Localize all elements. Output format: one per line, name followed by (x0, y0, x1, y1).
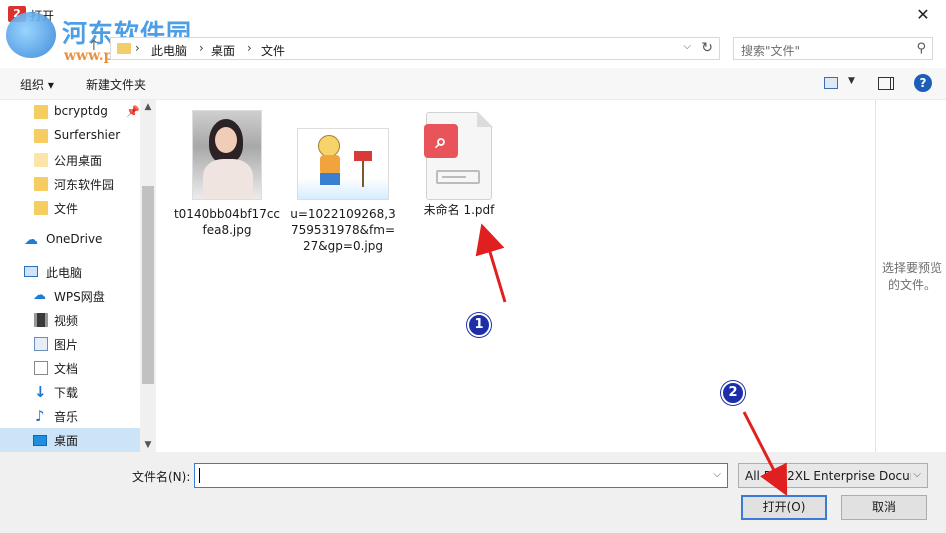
filename-dropdown-icon[interactable]: ⌵ (713, 469, 721, 480)
sidebar-scrollbar[interactable]: ▲ ▼ (140, 100, 156, 452)
sidebar-item-videos[interactable]: 视频 (0, 308, 140, 332)
scrollbar-thumb[interactable] (142, 186, 154, 384)
sidebar-item-label: 图片 (54, 338, 79, 352)
sidebar-item-files[interactable]: 文件 (0, 196, 140, 220)
sidebar-item-wps-cloud[interactable]: ☁ WPS网盘 (0, 284, 140, 308)
file-name: 未命名 1.pdf (423, 203, 495, 217)
up-button[interactable]: ↑ (88, 38, 100, 54)
sidebar-item-label: 文件 (54, 202, 79, 216)
file-name: u=1022109268,3759531978&fm=27&gp=0.jpg (290, 207, 396, 253)
sidebar-item-label: 公用桌面 (54, 154, 103, 168)
address-row: ↑ › 此电脑 › 桌面 › 文件 ⌵ ↻ 搜索"文件" ⚲ (0, 34, 946, 62)
sidebar-item-label: 桌面 (54, 434, 79, 448)
address-bar[interactable]: › 此电脑 › 桌面 › 文件 ⌵ ↻ (110, 37, 720, 60)
open-button[interactable]: 打开(O) (741, 495, 827, 520)
sidebar-item-documents[interactable]: 文档 (0, 356, 140, 380)
breadcrumb-separator[interactable]: › (199, 41, 204, 55)
file-name: t0140bb04bf17ccfea8.jpg (173, 207, 281, 237)
sidebar-item-onedrive[interactable]: ☁ OneDrive (0, 228, 140, 252)
annotation-badge-2: 2 (721, 381, 745, 405)
folder-icon (34, 153, 48, 167)
command-toolbar: 组织 ▾ 新建文件夹 ▼ ? (0, 68, 946, 100)
filetype-select[interactable]: All PDF2XL Enterprise Documents ⌵ (738, 463, 928, 488)
sidebar-item-label: 下载 (54, 386, 79, 400)
preview-pane: 选择要预览的文件。 (875, 100, 946, 452)
file-item-photo[interactable]: t0140bb04bf17ccfea8.jpg (172, 110, 282, 238)
sidebar-item-label: WPS网盘 (54, 290, 105, 304)
filename-input[interactable]: ⌵ (194, 463, 728, 488)
text-caret (199, 468, 200, 483)
document-icon (34, 361, 48, 375)
folder-icon (34, 177, 48, 191)
close-icon: ✕ (916, 5, 930, 24)
sidebar-item-surfershier[interactable]: Surfershier (0, 124, 140, 148)
sidebar-item-hedong[interactable]: 河东软件园 (0, 172, 140, 196)
filetype-dropdown-icon[interactable]: ⌵ (913, 469, 921, 480)
sidebar-item-music[interactable]: ♪ 音乐 (0, 404, 140, 428)
breadcrumb-files[interactable]: 文件 (261, 42, 285, 59)
organize-button[interactable]: 组织 ▾ (20, 76, 54, 93)
desktop-icon (33, 435, 47, 446)
music-icon: ♪ (35, 407, 45, 425)
folder-icon (34, 129, 48, 143)
breadcrumb-this-pc[interactable]: 此电脑 (151, 42, 187, 59)
cancel-button[interactable]: 取消 (841, 495, 927, 520)
view-dropdown-icon[interactable]: ▼ (848, 76, 855, 86)
preview-message: 选择要预览的文件。 (881, 261, 942, 292)
filename-label: 文件名(N): (132, 470, 191, 484)
search-icon[interactable]: ⚲ (916, 41, 926, 56)
sidebar-item-label: OneDrive (46, 232, 103, 246)
sidebar-item-pictures[interactable]: 图片 (0, 332, 140, 356)
photo-thumbnail (192, 110, 262, 200)
filetype-value: All PDF2XL Enterprise Documents (745, 469, 911, 483)
breadcrumb-separator[interactable]: › (135, 41, 140, 55)
search-placeholder: 搜索"文件" (741, 44, 801, 58)
sidebar-item-label: 视频 (54, 314, 79, 328)
new-folder-button[interactable]: 新建文件夹 (86, 76, 146, 93)
file-item-pdf[interactable]: ⌕ 未命名 1.pdf (404, 111, 514, 218)
file-list: t0140bb04bf17ccfea8.jpg u=1022109268,375… (158, 100, 874, 452)
breadcrumb-separator[interactable]: › (247, 41, 252, 55)
folder-icon (117, 43, 131, 54)
sidebar-item-label: 河东软件园 (54, 178, 115, 192)
sidebar-item-downloads[interactable]: ↓ 下载 (0, 380, 140, 404)
address-dropdown-icon[interactable]: ⌵ (683, 41, 691, 52)
folder-icon (34, 105, 48, 119)
breadcrumb-desktop[interactable]: 桌面 (211, 42, 235, 59)
search-input[interactable]: 搜索"文件" ⚲ (733, 37, 933, 60)
sidebar-item-public-desktop[interactable]: 公用桌面 (0, 148, 140, 172)
preview-pane-icon[interactable] (878, 77, 894, 90)
help-icon[interactable]: ? (914, 74, 932, 92)
wps-cloud-icon: ☁ (33, 288, 46, 303)
folder-icon (34, 201, 48, 215)
annotation-badge-1: 1 (467, 313, 491, 337)
close-button[interactable]: ✕ (900, 0, 946, 30)
pdf-icon: ⌕ (424, 111, 493, 200)
dialog-footer: 文件名(N): ⌵ All PDF2XL Enterprise Document… (0, 452, 946, 533)
view-mode-icon[interactable] (824, 77, 838, 89)
refresh-icon[interactable]: ↻ (701, 40, 713, 56)
cloud-icon: ☁ (24, 232, 38, 248)
download-icon: ↓ (34, 383, 47, 401)
sidebar-item-label: Surfershier (54, 128, 121, 142)
sidebar-item-label: 文档 (54, 362, 79, 376)
picture-icon (34, 337, 48, 351)
file-item-cartoon[interactable]: u=1022109268,3759531978&fm=27&gp=0.jpg (288, 128, 398, 254)
pin-icon[interactable]: 📌 (126, 105, 140, 118)
sidebar-item-label: bcryptdg (54, 104, 108, 118)
sidebar-item-bcryptdg[interactable]: bcryptdg 📌 (0, 100, 140, 124)
sidebar-item-label: 音乐 (54, 410, 79, 424)
video-icon (34, 313, 48, 327)
sidebar-item-this-pc[interactable]: 此电脑 (0, 260, 140, 284)
sidebar-item-desktop[interactable]: 桌面 (0, 428, 140, 452)
arrow-up-icon: ↑ (88, 38, 100, 54)
pdf-reader-icon: ⌕ (424, 124, 458, 158)
sidebar-item-label: 此电脑 (46, 266, 83, 280)
computer-icon (24, 266, 38, 277)
navigation-pane: bcryptdg 📌 Surfershier 公用桌面 河东软件园 文件 ☁ O… (0, 100, 156, 452)
cartoon-thumbnail (297, 128, 389, 200)
scroll-down-icon[interactable]: ▼ (140, 440, 156, 450)
scroll-up-icon[interactable]: ▲ (140, 102, 156, 112)
